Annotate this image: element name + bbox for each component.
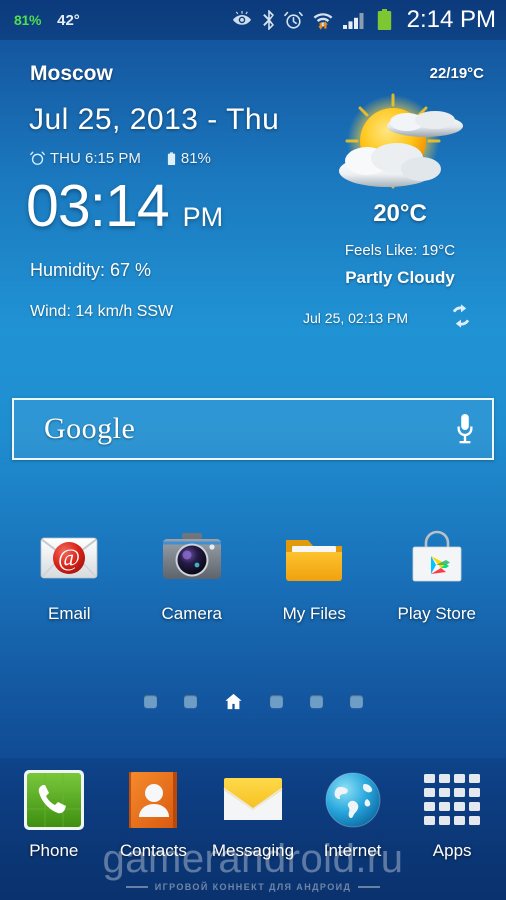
dock-contacts[interactable]: Contacts <box>105 768 201 900</box>
weather-condition: Partly Cloudy <box>345 268 455 287</box>
status-bar[interactable]: 81% 42° 2:14 PM <box>0 0 506 40</box>
app-grid: @ Email Camera My Files Play Store <box>0 522 506 624</box>
svg-text:@: @ <box>58 546 80 572</box>
wifi-icon <box>313 12 333 30</box>
camera-icon <box>156 522 228 594</box>
signal-bars-icon <box>342 12 364 29</box>
email-envelope-icon: @ <box>33 522 105 594</box>
dock-label: Internet <box>323 841 382 860</box>
dock-label: Contacts <box>119 841 187 860</box>
google-logo: Google <box>44 412 136 445</box>
weather-temperature: 20°C <box>373 200 427 227</box>
widget-clock-time: 03:14 <box>26 173 170 239</box>
play-store-bag-icon <box>401 522 473 594</box>
dock: Phone Contacts Messaging Internet Apps <box>0 758 506 900</box>
app-email[interactable]: @ Email <box>14 522 124 624</box>
alarm-clock-icon <box>30 151 45 165</box>
app-label: My Files <box>282 604 346 623</box>
app-label: Email <box>47 604 91 623</box>
refresh-icon[interactable] <box>448 303 474 329</box>
battery-icon <box>167 151 175 165</box>
contacts-person-icon <box>121 768 185 832</box>
status-battery-percent: 81% <box>14 12 42 28</box>
weather-wind: Wind: 14 km/h SSW <box>30 303 174 320</box>
page-dot-5[interactable] <box>309 695 323 708</box>
page-dot-2[interactable] <box>183 695 197 708</box>
weather-clock-widget[interactable]: Moscow 22/19°C Jul 25, 2013 - Thu THU 6:… <box>0 45 506 385</box>
widget-clock: 03:14 PM <box>26 177 223 236</box>
phone-handset-icon <box>22 768 86 832</box>
widget-date: Jul 25, 2013 - Thu <box>29 103 280 136</box>
globe-icon <box>321 768 385 832</box>
folder-icon <box>278 522 350 594</box>
status-cpu-temp: 42° <box>57 11 80 29</box>
smart-stay-eye-icon <box>232 11 251 25</box>
widget-alarm-time: THU 6:15 PM <box>50 150 141 167</box>
weather-high-low: 22/19°C <box>429 65 484 82</box>
weather-feels-like: Feels Like: 19°C <box>344 242 456 259</box>
dock-messaging[interactable]: Messaging <box>205 768 301 900</box>
dock-label: Messaging <box>211 841 295 860</box>
status-icons: 2:14 PM <box>231 6 498 34</box>
app-play-store[interactable]: Play Store <box>382 522 492 624</box>
dock-internet[interactable]: Internet <box>305 768 401 900</box>
home-icon[interactable] <box>224 692 243 711</box>
microphone-icon[interactable] <box>454 413 476 445</box>
dock-phone[interactable]: Phone <box>6 768 102 900</box>
apps-grid-icon <box>420 768 484 832</box>
widget-battery-percent: 81% <box>180 150 211 167</box>
dock-label: Phone <box>29 841 79 860</box>
alarm-clock-icon <box>283 11 303 29</box>
page-dot-1[interactable] <box>143 695 157 708</box>
home-screen: 81% 42° 2:14 PM Moscow 22/19°C Jul 25, 2… <box>0 0 506 900</box>
messaging-envelope-icon <box>221 768 285 832</box>
dock-apps[interactable]: Apps <box>404 768 500 900</box>
app-label: Play Store <box>397 604 476 623</box>
google-search-bar[interactable]: Google <box>12 398 494 460</box>
weather-updated-time: Jul 25, 02:13 PM <box>303 310 409 326</box>
dock-label: Apps <box>432 841 472 860</box>
widget-alarm-battery-row: THU 6:15 PM 81% <box>30 150 211 167</box>
page-indicator[interactable] <box>0 692 506 711</box>
battery-icon <box>377 9 391 30</box>
app-camera[interactable]: Camera <box>137 522 247 624</box>
page-dot-4[interactable] <box>269 695 283 708</box>
app-my-files[interactable]: My Files <box>259 522 369 624</box>
app-label: Camera <box>161 604 222 623</box>
bluetooth-icon <box>262 10 274 30</box>
widget-clock-ampm: PM <box>182 202 224 232</box>
page-dot-6[interactable] <box>349 695 363 708</box>
weather-humidity: Humidity: 67 % <box>30 260 152 280</box>
status-clock: 2:14 PM <box>406 6 496 33</box>
weather-city: Moscow <box>30 62 113 85</box>
sun-behind-clouds-icon <box>339 93 463 189</box>
